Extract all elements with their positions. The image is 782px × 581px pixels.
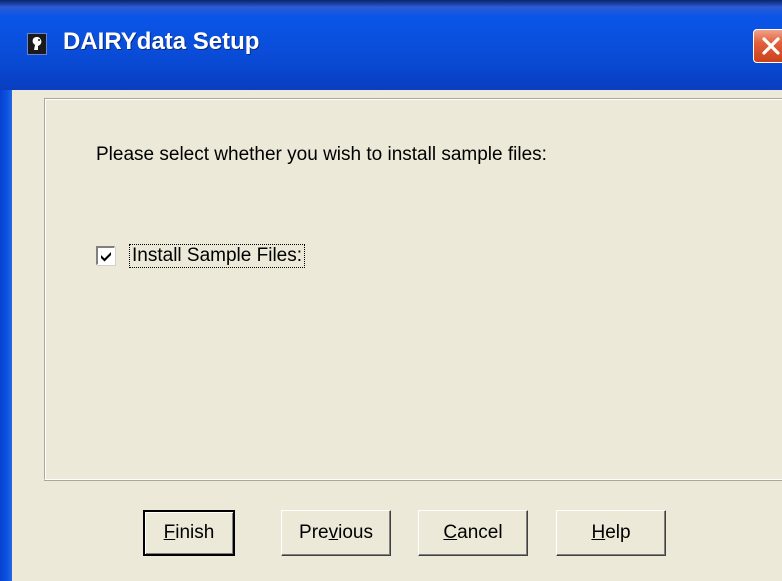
finish-button[interactable]: Finish <box>143 510 235 556</box>
checkmark-icon <box>101 252 111 262</box>
previous-label-post: ious <box>338 522 373 543</box>
help-label-accel: H <box>591 522 606 543</box>
help-label-post: elp <box>605 522 631 543</box>
instruction-text: Please select whether you wish to instal… <box>96 144 547 165</box>
window-frame-left <box>0 90 12 581</box>
setup-dialog: DAIRYdata Setup Please select whether yo… <box>0 0 782 581</box>
finish-label-accel: F <box>163 522 176 543</box>
previous-label-pre: Pre <box>299 522 329 543</box>
close-icon <box>762 37 780 55</box>
install-sample-files-label[interactable]: Install Sample Files: <box>129 244 306 268</box>
previous-button[interactable]: Previous <box>281 510 391 556</box>
cancel-label-accel: C <box>443 522 458 543</box>
previous-label-accel: v <box>328 522 339 543</box>
finish-label-post: inish <box>175 522 215 543</box>
close-button[interactable] <box>753 29 782 63</box>
cancel-button[interactable]: Cancel <box>418 510 528 556</box>
title-bar[interactable]: DAIRYdata Setup <box>0 0 782 90</box>
install-sample-files-checkbox[interactable] <box>96 246 115 265</box>
app-icon[interactable] <box>27 33 47 55</box>
window-title: DAIRYdata Setup <box>63 28 260 55</box>
cancel-label-post: ancel <box>457 522 503 543</box>
help-button[interactable]: Help <box>556 510 666 556</box>
